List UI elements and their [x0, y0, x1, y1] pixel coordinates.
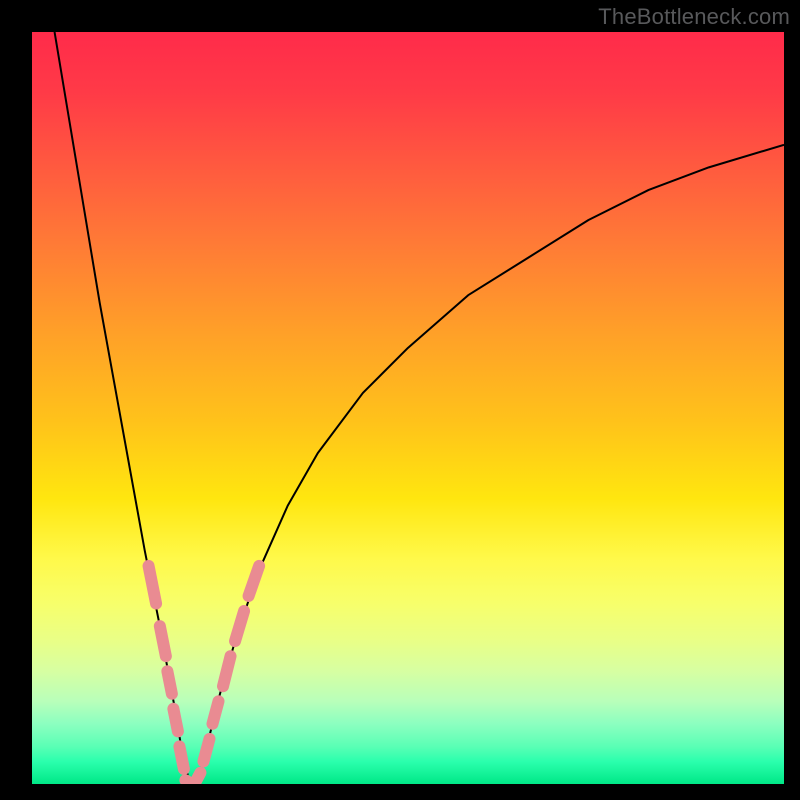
chart-frame: TheBottleneck.com [0, 0, 800, 800]
data-marker [212, 701, 218, 724]
data-marker [203, 739, 209, 762]
data-marker [160, 626, 166, 656]
data-marker [194, 773, 200, 784]
watermark-text: TheBottleneck.com [598, 4, 790, 30]
data-marker [249, 566, 260, 596]
marker-layer [32, 32, 784, 784]
data-marker [173, 709, 178, 732]
data-marker [149, 566, 157, 604]
data-marker [167, 671, 172, 694]
data-marker [179, 746, 184, 769]
data-marker [223, 656, 231, 686]
data-marker [235, 611, 244, 641]
